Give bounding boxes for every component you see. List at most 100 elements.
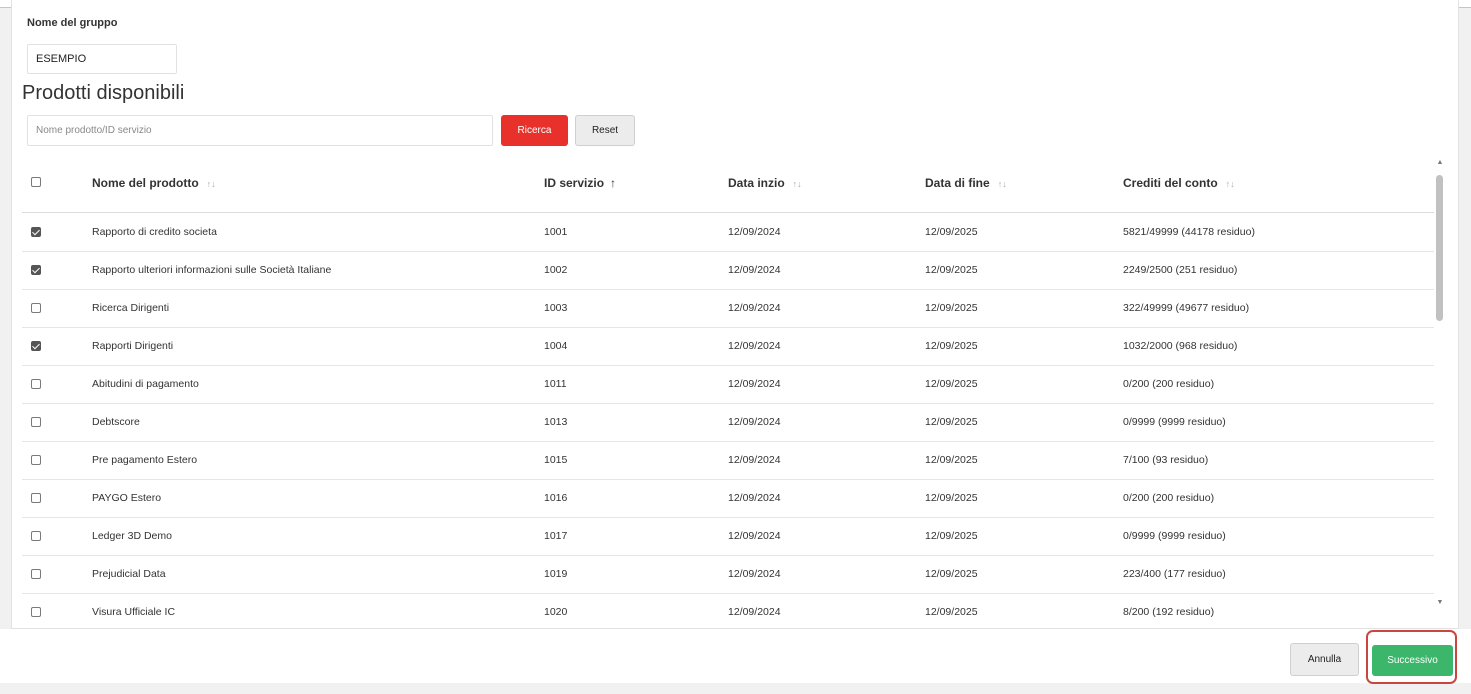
start-date-cell: 12/09/2024 <box>728 302 781 314</box>
sort-ascending-icon[interactable]: ↑ <box>610 176 616 190</box>
end-date-cell: 12/09/2025 <box>925 226 978 238</box>
start-date-cell: 12/09/2024 <box>728 606 781 618</box>
credits-cell: 8/200 (192 residuo) <box>1123 606 1215 618</box>
row-checkbox[interactable] <box>31 227 41 237</box>
row-checkbox[interactable] <box>31 531 41 541</box>
row-checkbox[interactable] <box>31 455 41 465</box>
credits-cell: 322/49999 (49677 residuo) <box>1123 302 1250 314</box>
cancel-button[interactable]: Annulla <box>1290 643 1359 676</box>
sort-icon[interactable]: ↑↓ <box>1226 179 1235 189</box>
scroll-down-arrow-icon[interactable]: ▼ <box>1433 599 1447 606</box>
end-date-cell: 12/09/2025 <box>925 378 978 390</box>
sort-icon[interactable]: ↑↓ <box>793 179 802 189</box>
service-id-cell: 1016 <box>544 492 568 504</box>
start-date-cell: 12/09/2024 <box>728 454 781 466</box>
credits-cell: 2249/2500 (251 residuo) <box>1123 264 1238 276</box>
credits-cell: 5821/49999 (44178 residuo) <box>1123 226 1255 238</box>
credits-cell: 223/400 (177 residuo) <box>1123 568 1226 580</box>
start-date-cell: 12/09/2024 <box>728 416 781 428</box>
column-header-end-date[interactable]: Data di fine ↑↓ <box>925 157 1007 212</box>
scrollbar-thumb[interactable] <box>1436 175 1443 321</box>
table-row[interactable]: Prejudicial Data 1019 12/09/2024 12/09/2025… <box>22 555 1434 594</box>
column-header-service-id[interactable]: ID servizio ↑ <box>544 157 616 212</box>
start-date-cell: 12/09/2024 <box>728 378 781 390</box>
row-checkbox[interactable] <box>31 417 41 427</box>
product-name-cell: Abitudini di pagamento <box>92 378 199 390</box>
start-date-cell: 12/09/2024 <box>728 226 781 238</box>
credits-cell: 7/100 (93 residuo) <box>1123 454 1209 466</box>
start-date-cell: 12/09/2024 <box>728 340 781 352</box>
row-checkbox[interactable] <box>31 379 41 389</box>
end-date-cell: 12/09/2025 <box>925 264 978 276</box>
table-row[interactable]: Abitudini di pagamento 1011 12/09/2024 12/0… <box>22 365 1434 404</box>
start-date-cell: 12/09/2024 <box>728 530 781 542</box>
table-row[interactable]: Rapporto ulteriori informazioni sulle So… <box>22 251 1434 290</box>
end-date-cell: 12/09/2025 <box>925 340 978 352</box>
service-id-cell: 1004 <box>544 340 568 352</box>
row-checkbox[interactable] <box>31 341 41 351</box>
service-id-cell: 1017 <box>544 530 568 542</box>
table-header: Nome del prodotto ↑↓ ID servizio ↑ Data in… <box>22 157 1434 213</box>
product-name-cell: PAYGO Estero <box>92 492 162 504</box>
product-name-cell: Rapporto ulteriori informazioni sulle So… <box>92 264 332 276</box>
section-title: Prodotti disponibili <box>22 82 185 104</box>
table-row[interactable]: Debtscore 1013 12/09/2024 12/09/2025 0/9999 … <box>22 403 1434 442</box>
credits-cell: 0/200 (200 residuo) <box>1123 378 1215 390</box>
end-date-cell: 12/09/2025 <box>925 302 978 314</box>
start-date-cell: 12/09/2024 <box>728 264 781 276</box>
search-button[interactable]: Ricerca <box>501 115 568 146</box>
search-input[interactable] <box>27 115 493 146</box>
table-row[interactable]: Ricerca Dirigenti 1003 12/09/2024 12/09/202… <box>22 289 1434 328</box>
products-table: Nome del prodotto ↑↓ ID servizio ↑ Data in… <box>22 157 1434 627</box>
row-checkbox[interactable] <box>31 493 41 503</box>
end-date-cell: 12/09/2025 <box>925 530 978 542</box>
start-date-cell: 12/09/2024 <box>728 492 781 504</box>
row-checkbox[interactable] <box>31 607 41 617</box>
next-button-highlight <box>1366 630 1457 684</box>
product-name-cell: Rapporto di credito societa <box>92 226 217 238</box>
table-row[interactable]: Rapporti Dirigenti 1004 12/09/2024 12/09/20… <box>22 327 1434 366</box>
product-name-cell: Debtscore <box>92 416 140 428</box>
end-date-cell: 12/09/2025 <box>925 454 978 466</box>
table-row[interactable]: Rapporto di credito societa 1001 12/09/202… <box>22 213 1434 252</box>
product-name-cell: Ledger 3D Demo <box>92 530 172 542</box>
product-name-cell: Rapporti Dirigenti <box>92 340 174 352</box>
column-header-start-date[interactable]: Data inzio ↑↓ <box>728 157 802 212</box>
sort-icon[interactable]: ↑↓ <box>998 179 1007 189</box>
service-id-cell: 1015 <box>544 454 568 466</box>
table-scrollbar[interactable]: ▲ ▼ <box>1433 157 1447 617</box>
scroll-up-arrow-icon[interactable]: ▲ <box>1433 159 1447 166</box>
end-date-cell: 12/09/2025 <box>925 492 978 504</box>
service-id-cell: 1019 <box>544 568 568 580</box>
product-name-cell: Ricerca Dirigenti <box>92 302 170 314</box>
end-date-cell: 12/09/2025 <box>925 416 978 428</box>
product-name-cell: Prejudicial Data <box>92 568 166 580</box>
service-id-cell: 1013 <box>544 416 568 428</box>
service-id-cell: 1020 <box>544 606 568 618</box>
service-id-cell: 1011 <box>544 378 567 390</box>
table-row[interactable]: Ledger 3D Demo 1017 12/09/2024 12/09/2025 0/… <box>22 517 1434 556</box>
reset-button[interactable]: Reset <box>575 115 635 146</box>
table-row[interactable]: Visura Ufficiale IC 1020 12/09/2024 12/09/2… <box>22 593 1434 627</box>
group-name-input[interactable] <box>27 44 177 74</box>
credits-cell: 0/9999 (9999 residuo) <box>1123 530 1226 542</box>
column-header-product-name[interactable]: Nome del prodotto ↑↓ <box>92 157 216 212</box>
service-id-cell: 1001 <box>544 226 568 238</box>
row-checkbox[interactable] <box>31 303 41 313</box>
select-all-checkbox[interactable] <box>31 177 41 187</box>
service-id-cell: 1003 <box>544 302 568 314</box>
table-row[interactable]: PAYGO Estero 1016 12/09/2024 12/09/2025 0/20… <box>22 479 1434 518</box>
product-name-cell: Visura Ufficiale IC <box>92 606 176 618</box>
credits-cell: 1032/2000 (968 residuo) <box>1123 340 1238 352</box>
end-date-cell: 12/09/2025 <box>925 606 978 618</box>
sort-icon[interactable]: ↑↓ <box>207 179 216 189</box>
column-header-credits[interactable]: Crediti del conto ↑↓ <box>1123 157 1235 212</box>
service-id-cell: 1002 <box>544 264 568 276</box>
product-name-cell: Pre pagamento Estero <box>92 454 198 466</box>
group-name-label: Nome del gruppo <box>27 17 118 29</box>
credits-cell: 0/200 (200 residuo) <box>1123 492 1215 504</box>
row-checkbox[interactable] <box>31 569 41 579</box>
end-date-cell: 12/09/2025 <box>925 568 978 580</box>
row-checkbox[interactable] <box>31 265 41 275</box>
table-row[interactable]: Pre pagamento Estero 1015 12/09/2024 12/09/… <box>22 441 1434 480</box>
